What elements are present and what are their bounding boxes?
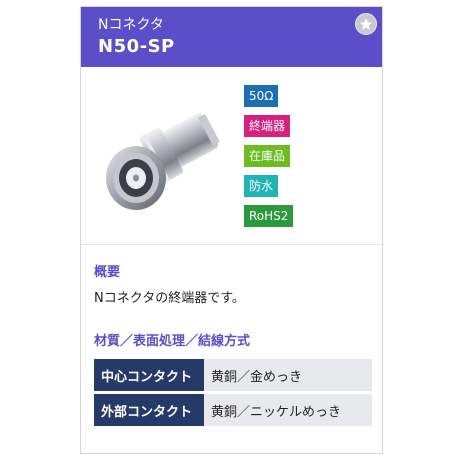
product-category: Nコネクタ xyxy=(98,17,164,33)
favorite-button[interactable] xyxy=(355,13,377,35)
badge-impedance: 50Ω xyxy=(244,85,279,107)
product-image xyxy=(94,84,232,228)
spec-value: 黄銅／ニッケルめっき xyxy=(204,394,372,426)
section-divider xyxy=(81,244,382,245)
overview-heading: 概要 xyxy=(94,265,121,280)
product-name: N50-SP xyxy=(98,36,175,57)
card-header: Nコネクタ N50-SP xyxy=(81,7,382,67)
product-card: Nコネクタ N50-SP 50Ω 終端器 在庫品 防水 RoHS2 概要 Nコネ… xyxy=(80,6,383,454)
star-icon xyxy=(359,18,373,30)
table-row: 外部コンタクト 黄銅／ニッケルめっき xyxy=(94,394,372,426)
badge-waterproof: 防水 xyxy=(244,175,279,197)
spec-value: 黄銅／金めっき xyxy=(204,359,372,391)
spec-label: 外部コンタクト xyxy=(94,394,204,426)
overview-text: Nコネクタの終端器です。 xyxy=(94,291,245,306)
badge-rohs: RoHS2 xyxy=(244,205,294,227)
materials-table: 中心コンタクト 黄銅／金めっき 外部コンタクト 黄銅／ニッケルめっき xyxy=(94,356,372,429)
spec-label: 中心コンタクト xyxy=(94,359,204,391)
badge-terminator: 終端器 xyxy=(244,115,291,137)
materials-heading: 材質／表面処理／結線方式 xyxy=(94,334,251,349)
badge-in-stock: 在庫品 xyxy=(244,145,291,167)
table-row: 中心コンタクト 黄銅／金めっき xyxy=(94,359,372,391)
